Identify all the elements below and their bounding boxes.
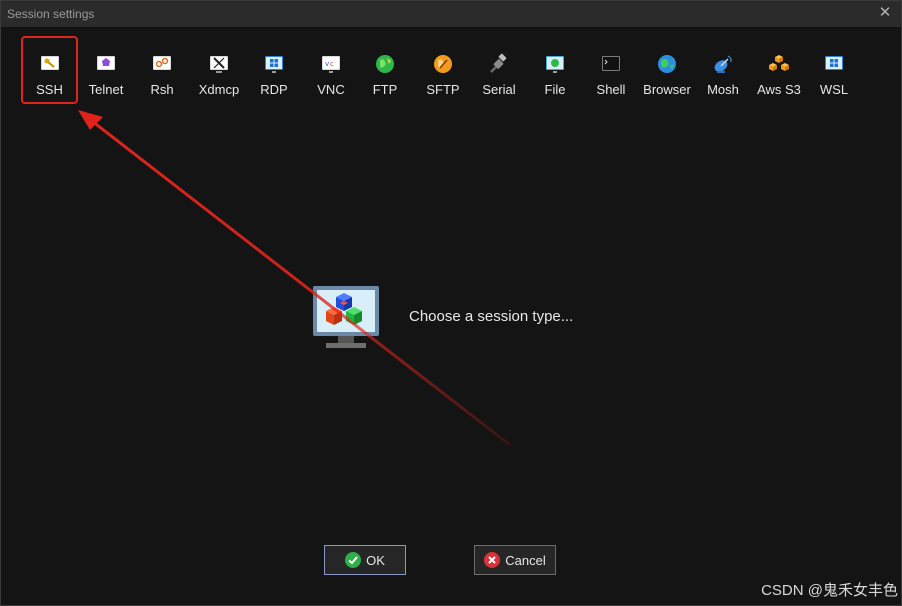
session-type-label: Mosh [707, 82, 739, 97]
dialog-body: SSH Telnet Rsh Xdmcp RDP v c VNC FTP SFTP Serial Fi… [3, 28, 899, 603]
session-type-serial[interactable]: Serial [475, 38, 523, 102]
shell-terminal-icon [602, 56, 620, 71]
session-type-ssh[interactable]: SSH [21, 36, 78, 104]
watermark: CSDN @鬼禾女丰色 [761, 582, 898, 599]
browser-globe-icon [658, 55, 676, 73]
wsl-windows-icon [825, 56, 843, 70]
session-type-aws-s3[interactable]: Aws S3 [754, 38, 804, 102]
session-type-label: Xdmcp [198, 82, 240, 97]
aws-s3-cubes-icon [769, 55, 789, 71]
telnet-icon [97, 56, 115, 70]
svg-text:v: v [325, 60, 329, 68]
session-type-telnet[interactable]: Telnet [82, 38, 130, 102]
choose-session-prompt: Choose a session type... [409, 308, 574, 325]
session-settings-dialog: Session settings ✕ SSH Telnet Rsh Xdmcp RDP v… [0, 0, 902, 606]
cancel-x-icon [484, 552, 501, 568]
session-type-label: File [544, 82, 566, 97]
session-type-shell[interactable]: Shell [587, 38, 635, 102]
cancel-button-label: Cancel [505, 552, 546, 568]
session-type-label: Shell [596, 82, 626, 97]
session-type-wsl[interactable]: WSL [811, 38, 857, 102]
session-type-label: RDP [260, 82, 288, 97]
close-button[interactable]: ✕ [877, 5, 893, 21]
session-type-label: VNC [317, 82, 345, 97]
ok-button-label: OK [366, 552, 385, 568]
session-type-label: SFTP [426, 82, 460, 97]
file-monitor-icon [546, 56, 564, 73]
title-bar: Session settings ✕ [1, 1, 901, 28]
session-type-file[interactable]: File [531, 38, 579, 102]
session-type-label: Aws S3 [757, 82, 801, 97]
cancel-button[interactable]: Cancel [474, 545, 556, 575]
sftp-globe-icon [434, 55, 452, 73]
serial-plug-icon [490, 53, 507, 73]
mosh-satellite-icon [714, 55, 732, 73]
session-type-illustration-icon [313, 286, 379, 348]
ok-button[interactable]: OK [324, 545, 406, 575]
session-type-sftp[interactable]: SFTP [419, 38, 467, 102]
svg-text:c: c [330, 60, 334, 68]
session-type-rdp[interactable]: RDP [249, 38, 299, 102]
session-type-label: Browser [643, 82, 691, 97]
vnc-icon: vc [322, 56, 340, 73]
session-type-label: SSH [36, 82, 63, 97]
session-type-label: Rsh [150, 82, 174, 97]
rsh-icon [153, 56, 171, 70]
session-type-rsh[interactable]: Rsh [139, 38, 185, 102]
session-type-label: Telnet [88, 82, 124, 97]
session-type-label: WSL [819, 82, 849, 97]
rdp-icon [265, 56, 283, 73]
session-type-vnc[interactable]: v c VNC [306, 38, 356, 102]
session-type-ftp[interactable]: FTP [362, 38, 408, 102]
window-title: Session settings [7, 7, 95, 21]
session-type-label: FTP [372, 82, 398, 97]
ftp-globe-icon [376, 55, 394, 73]
session-type-xdmcp[interactable]: Xdmcp [193, 38, 245, 102]
check-icon [345, 552, 362, 568]
session-type-browser[interactable]: Browser [641, 38, 693, 102]
xdmcp-icon [210, 56, 228, 73]
session-type-label: Serial [482, 82, 516, 97]
session-type-mosh[interactable]: Mosh [699, 38, 747, 102]
ssh-key-icon [40, 56, 59, 70]
